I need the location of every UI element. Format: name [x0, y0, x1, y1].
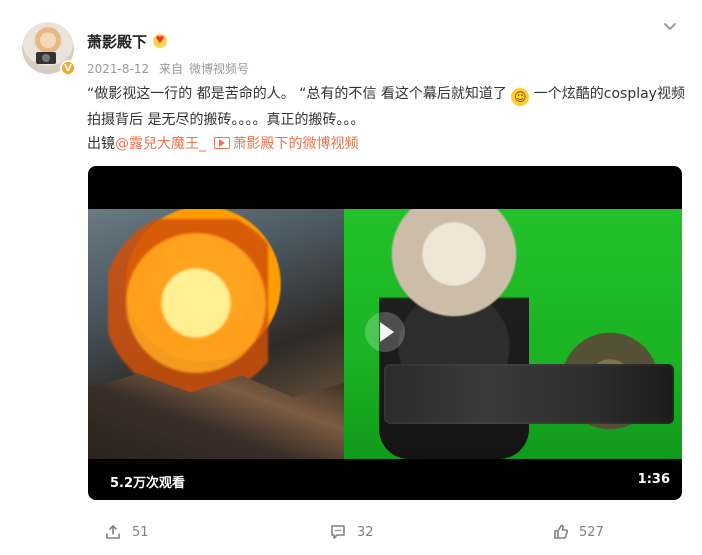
play-button[interactable] — [365, 312, 405, 352]
laugh-emoji-icon: ☺ — [511, 88, 530, 106]
comment-action[interactable]: 32 — [329, 522, 374, 542]
video-frame-left — [88, 209, 344, 459]
comment-icon — [329, 523, 347, 541]
mentions-line: 出镜@露兒大魔王_ 萧影殿下的微博视频 — [87, 134, 358, 154]
heart-face-icon: ♥ — [153, 34, 167, 48]
username[interactable]: 萧影殿下 — [87, 31, 147, 52]
post-text-part1: “做影视这一行的 都是苦命的人。 “总有的不信 看这个幕后就知道了 — [87, 86, 507, 102]
repost-action[interactable]: 51 — [104, 522, 149, 542]
comment-count: 32 — [357, 524, 374, 540]
post-text: “做影视这一行的 都是苦命的人。 “总有的不信 看这个幕后就知道了 ☺ 一个炫酷… — [87, 81, 687, 133]
chevron-down-icon[interactable] — [662, 18, 678, 34]
source-link[interactable]: 微博视频号 — [189, 62, 249, 76]
share-icon — [104, 523, 122, 541]
video-link[interactable]: 萧影殿下的微博视频 — [232, 136, 358, 152]
mention-user-link[interactable]: @露兒大魔王_ — [115, 136, 206, 152]
like-icon — [551, 523, 569, 541]
like-count: 527 — [579, 524, 604, 540]
view-count: 5.2万次观看 — [110, 476, 186, 491]
timestamp[interactable]: 2021-8-12 — [87, 62, 149, 76]
rubble-shape — [562, 329, 682, 459]
video-link-icon — [214, 137, 231, 149]
post-actions: 51 32 527 — [0, 522, 702, 544]
camera-graphic — [36, 52, 56, 64]
video-player[interactable]: 5.2万次观看 1:36 — [88, 166, 682, 500]
repost-count: 51 — [132, 524, 149, 540]
mentions-prefix: 出镜 — [87, 136, 115, 152]
like-action[interactable]: 527 — [551, 522, 604, 542]
source-prefix: 来自 — [158, 62, 183, 76]
post-meta: 2021-8-12 来自 微博视频号 — [87, 60, 255, 77]
video-duration: 1:36 — [637, 472, 670, 487]
verified-badge-icon: V — [60, 60, 76, 76]
